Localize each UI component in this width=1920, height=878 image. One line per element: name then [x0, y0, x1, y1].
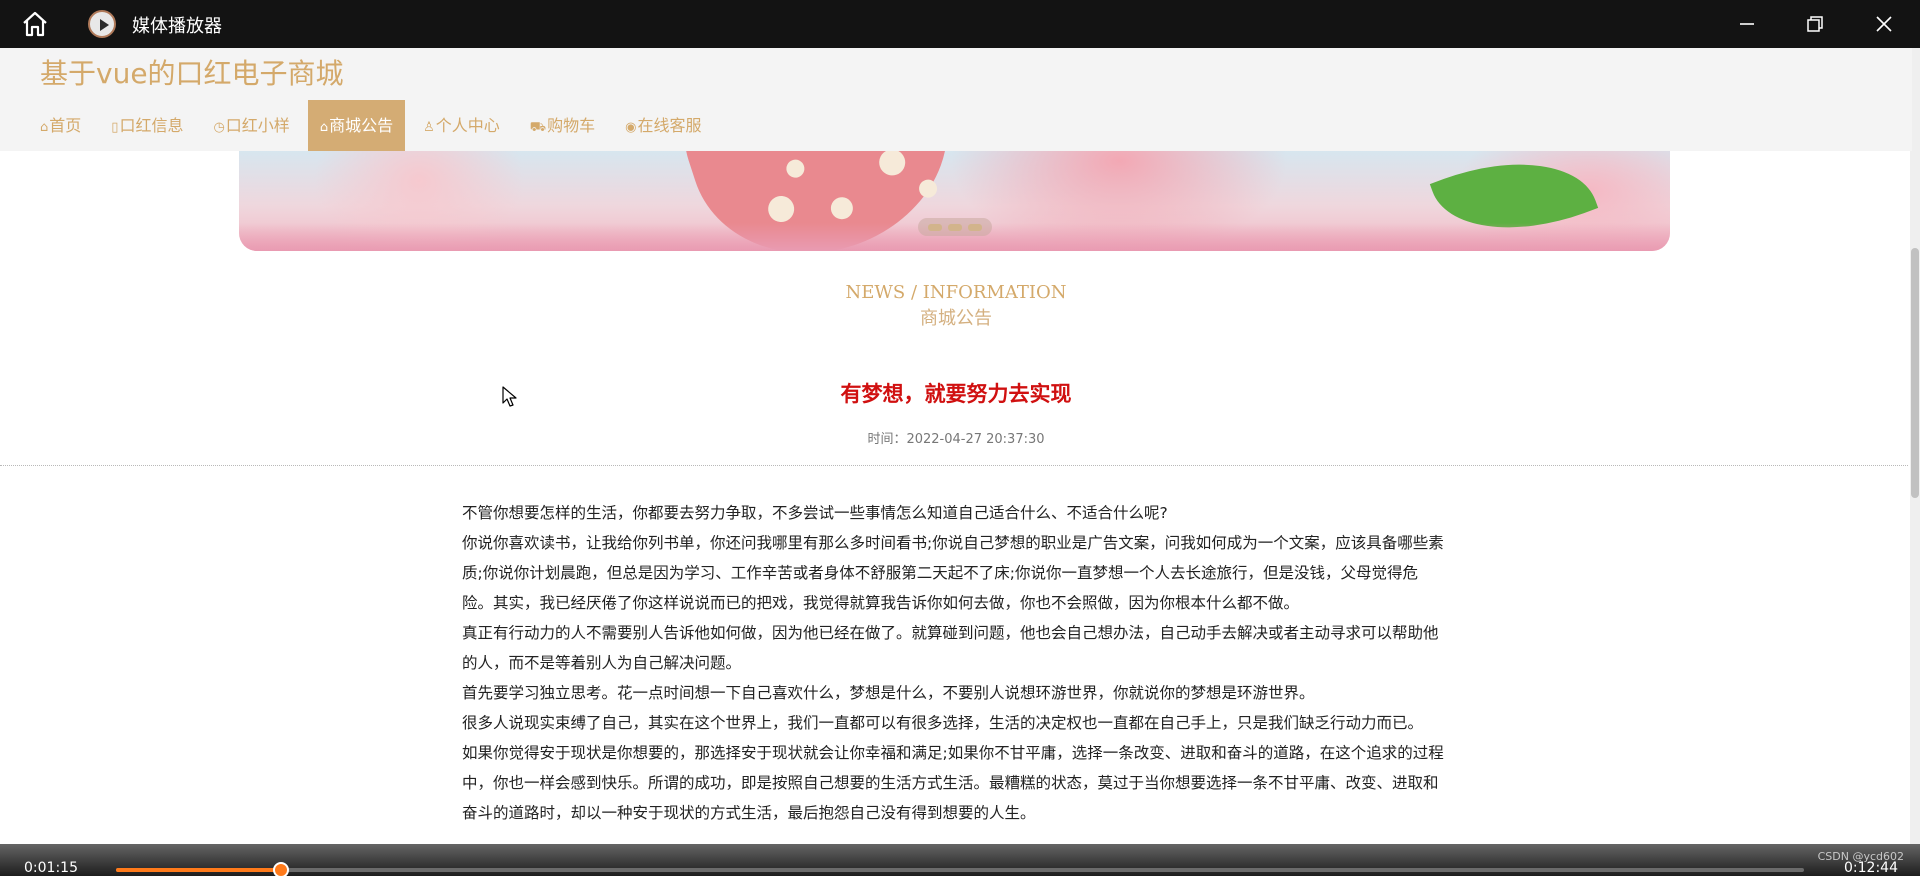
nav-item-cart[interactable]: ⛟购物车: [518, 100, 607, 151]
nav-item-personal-center[interactable]: ♙个人中心: [411, 100, 512, 151]
close-icon[interactable]: [1872, 12, 1896, 36]
nav-item-announcement[interactable]: ⌂商城公告: [307, 100, 406, 151]
nav-item-online-service[interactable]: ◉在线客服: [613, 100, 713, 151]
carousel-dot[interactable]: [948, 223, 962, 231]
cart-icon: ⛟: [529, 120, 547, 135]
article-paragraph: 很多人说现实束缚了自己，其实在这个世界上，我们一直都可以有很多选择，生活的决定权…: [462, 714, 1424, 732]
nav-label: 购物车: [547, 116, 596, 135]
article-time: 时间：2022-04-27 20:37:30: [867, 432, 1045, 447]
home-icon[interactable]: [20, 10, 50, 38]
divider: [0, 465, 1908, 466]
minimize-icon[interactable]: [1735, 12, 1759, 36]
player-title-bar: 媒体播放器: [0, 0, 1920, 48]
nav-label: 首页: [49, 116, 82, 135]
total-time: 0:12:44: [1844, 860, 1898, 876]
scrollbar-thumb[interactable]: [1911, 248, 1919, 498]
article-paragraph: 你说你喜欢读书，让我给你列书单，你还问我哪里有那么多时间看书;你说自己梦想的职业…: [462, 534, 1444, 612]
section-title-chinese: 商城公告: [920, 308, 992, 329]
nav-label: 在线客服: [637, 116, 702, 135]
page-scrollbar[interactable]: [1910, 48, 1920, 844]
sample-icon: ◷: [213, 120, 225, 135]
section-title-english: NEWS / INFORMATION: [845, 282, 1067, 303]
nav-label: 个人中心: [435, 116, 500, 135]
announcement-icon: ⌂: [319, 120, 329, 135]
player-title: 媒体播放器: [132, 16, 222, 37]
home-icon: ⌂: [40, 120, 49, 135]
site-header: 基于vue的口红电子商城 ⌂首页 ▯口红信息 ◷口红小样 ⌂商城公告 ♙个人中心…: [0, 48, 1912, 151]
seek-progress: [116, 868, 282, 872]
nav-item-home[interactable]: ⌂首页: [28, 100, 93, 151]
player-control-bar: 0:01:15 CSDN @ycd602 0:12:44: [0, 844, 1920, 878]
carousel-indicator[interactable]: [918, 218, 992, 236]
restore-icon[interactable]: [1803, 12, 1827, 36]
banner-image: [239, 151, 1670, 251]
site-title[interactable]: 基于vue的口红电子商城: [40, 52, 344, 92]
article-paragraph: 不管你想要怎样的生活，你都要去努力争取，不多尝试一些事情怎么知道自己适合什么、不…: [462, 504, 1168, 522]
carousel-dot[interactable]: [968, 223, 982, 231]
nav-item-lipstick-sample[interactable]: ◷口红小样: [201, 100, 301, 151]
carousel-dot[interactable]: [928, 223, 942, 231]
player-logo-icon: [88, 10, 116, 38]
seek-bar[interactable]: [116, 862, 1804, 878]
main-nav: ⌂首页 ▯口红信息 ◷口红小样 ⌂商城公告 ♙个人中心 ⛟购物车 ◉在线客服: [28, 100, 720, 151]
user-icon: ♙: [423, 120, 435, 135]
article-paragraph: 首先要学习独立思考。花一点时间想一下自己喜欢什么，梦想是什么，不要别人说想环游世…: [462, 684, 1315, 702]
article-paragraph: 真正有行动力的人不需要别人告诉他如何做，因为他已经在做了。就算碰到问题，他也会自…: [462, 624, 1439, 672]
nav-label: 口红小样: [225, 116, 290, 135]
article-body: 不管你想要怎样的生活，你都要去努力争取，不多尝试一些事情怎么知道自己适合什么、不…: [462, 498, 1444, 828]
service-icon: ◉: [625, 120, 637, 135]
current-time: 0:01:15: [24, 860, 78, 876]
lipstick-info-icon: ▯: [111, 120, 119, 135]
article-paragraph: 如果你觉得安于现状是你想要的，那选择安于现状就会让你幸福和满足;如果你不甘平庸，…: [462, 744, 1444, 822]
article-title: 有梦想，就要努力去实现: [840, 382, 1072, 406]
nav-label: 口红信息: [119, 116, 184, 135]
nav-item-lipstick-info[interactable]: ▯口红信息: [99, 100, 195, 151]
nav-label: 商城公告: [329, 116, 394, 135]
